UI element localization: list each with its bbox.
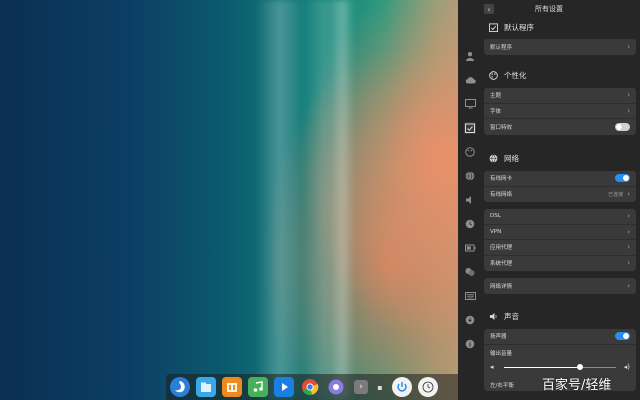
update-icon[interactable] <box>464 314 476 326</box>
display-icon[interactable] <box>464 98 476 110</box>
chevron-right-icon: › <box>627 190 630 199</box>
connection-status: 已连接 <box>608 191 624 198</box>
network-icon[interactable] <box>464 170 476 182</box>
row-label: 网络详情 <box>490 283 513 290</box>
palette-icon <box>488 71 498 81</box>
panel-header: ‹ 所有设置 <box>458 0 640 18</box>
wired-group: 有线网卡 有线网络 已连接 › <box>484 171 636 202</box>
chevron-right-icon: › <box>627 42 630 51</box>
row-speaker: 扬声器 <box>484 329 636 345</box>
time-icon[interactable] <box>464 218 476 230</box>
default-apps-section-icon <box>488 23 498 33</box>
store-icon[interactable] <box>222 377 242 397</box>
cloud-icon[interactable] <box>464 74 476 86</box>
music-icon[interactable] <box>248 377 268 397</box>
section-personalization: 个性化 <box>488 70 527 81</box>
file-manager-icon[interactable] <box>196 377 216 397</box>
section-default-apps: 默认程序 <box>488 22 534 33</box>
section-title: 网络 <box>504 154 519 163</box>
globe-icon <box>488 154 498 164</box>
power-settings-icon[interactable] <box>464 242 476 254</box>
mouse-icon[interactable] <box>464 266 476 278</box>
row-label: 应用代理 <box>490 245 513 252</box>
slider-fill <box>504 366 581 368</box>
chevron-right-icon: › <box>627 281 630 290</box>
video-icon[interactable] <box>274 377 294 397</box>
slider-handle[interactable] <box>577 363 584 370</box>
row-label: 系统代理 <box>490 261 513 268</box>
row-label: 字体 <box>490 108 502 115</box>
section-network: 网络 <box>488 153 519 164</box>
row-theme[interactable]: 主题 › <box>484 88 636 104</box>
volume-low-icon: ◂ <box>490 362 494 371</box>
category-rail <box>458 18 482 400</box>
row-network-details[interactable]: 网络详情 › <box>484 278 636 294</box>
row-default-apps[interactable]: 默认程序 › <box>484 39 636 55</box>
chevron-right-icon: › <box>627 243 630 252</box>
wired-card-toggle[interactable] <box>615 174 630 183</box>
watermark-text: 百家号/轻维 <box>542 378 612 393</box>
volume-high-icon: ◂) <box>623 362 630 371</box>
row-label: 有线网络 <box>490 192 513 199</box>
dock: › ▪ <box>166 374 458 400</box>
personalization-group: 主题 › 字体 › 窗口特效 <box>484 88 636 135</box>
row-font[interactable]: 字体 › <box>484 104 636 119</box>
panel-title: 所有设置 <box>535 5 563 13</box>
row-label: VPN <box>490 228 502 235</box>
tray-icon[interactable]: ▪ <box>374 377 386 397</box>
section-title: 个性化 <box>504 71 527 80</box>
row-label: 窗口特效 <box>490 124 513 131</box>
personalization-icon[interactable] <box>464 146 476 158</box>
settings-icon[interactable] <box>326 377 346 397</box>
row-dsl[interactable]: DSL › <box>484 209 636 225</box>
power-icon[interactable] <box>392 377 412 397</box>
window-effects-toggle[interactable] <box>615 122 630 131</box>
section-title: 声音 <box>504 312 519 321</box>
row-vpn[interactable]: VPN › <box>484 225 636 240</box>
default-apps-icon[interactable] <box>464 122 476 134</box>
sound-icon[interactable] <box>464 194 476 206</box>
settings-panel: ‹ 所有设置 默认程序 默认程序 › 个性化 主题 › 字体 › 窗口特效 网络… <box>458 0 640 400</box>
launcher-icon[interactable] <box>170 377 190 397</box>
default-apps-group: 默认程序 › <box>484 39 636 55</box>
row-label: 左/右平衡 <box>490 382 514 389</box>
row-label: 默认程序 <box>490 44 513 51</box>
speaker-icon <box>488 312 498 322</box>
chevron-right-icon: › <box>627 227 630 236</box>
settings-content: 默认程序 默认程序 › 个性化 主题 › 字体 › 窗口特效 网络 有线网卡 有… <box>482 18 640 400</box>
chrome-icon[interactable] <box>300 377 320 397</box>
keyboard-icon[interactable] <box>464 290 476 302</box>
info-icon[interactable] <box>464 338 476 350</box>
chevron-right-icon: › <box>627 91 630 100</box>
chevron-right-icon: › <box>627 212 630 221</box>
clock-icon[interactable] <box>418 377 438 397</box>
row-label: DSL <box>490 213 501 220</box>
row-label: 主题 <box>490 93 502 100</box>
row-app-proxy[interactable]: 应用代理 › <box>484 240 636 256</box>
row-window-effects: 窗口特效 <box>484 119 636 135</box>
speaker-toggle[interactable] <box>615 332 630 341</box>
row-label: 有线网卡 <box>490 176 513 183</box>
chevron-right-icon: › <box>627 259 630 268</box>
row-label: 输出音量 <box>490 350 513 357</box>
section-title: 默认程序 <box>504 23 534 32</box>
row-wired-network[interactable]: 有线网络 已连接 › <box>484 187 636 203</box>
row-system-proxy[interactable]: 系统代理 › <box>484 256 636 272</box>
chevron-right-icon: › <box>627 106 630 115</box>
terminal-icon[interactable]: › <box>354 380 368 394</box>
volume-slider[interactable]: ◂ ◂) <box>490 363 630 371</box>
section-sound: 声音 <box>488 311 519 322</box>
network-options-group: DSL › VPN › 应用代理 › 系统代理 › <box>484 209 636 271</box>
row-wired-card: 有线网卡 <box>484 171 636 187</box>
row-label: 扬声器 <box>490 334 507 341</box>
network-details-group: 网络详情 › <box>484 278 636 294</box>
account-icon[interactable] <box>464 50 476 62</box>
